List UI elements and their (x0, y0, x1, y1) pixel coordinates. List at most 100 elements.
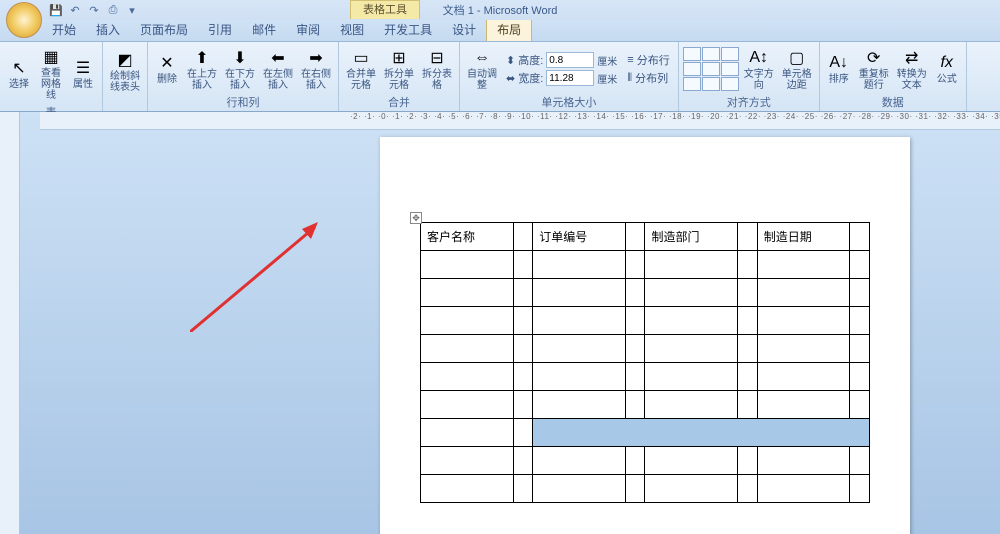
tab-view[interactable]: 视图 (330, 18, 374, 41)
repeat-header-button[interactable]: ⟳重复标题行 (856, 46, 892, 93)
ribbon-group-cellsize: ⇔自动调整 ⬍高度:厘米 ⬌宽度:厘米 ≡分布行 ⦀分布列 单元格大小 (460, 42, 679, 111)
align-ml[interactable] (683, 62, 701, 76)
table-row (421, 279, 870, 307)
table-cell[interactable]: 客户名称 (421, 223, 514, 251)
align-tc[interactable] (702, 47, 720, 61)
document-area[interactable]: ·2· ·1· ·0· ·1· ·2· ·3· ·4· ·5· ·6· ·7· … (20, 112, 1000, 534)
ribbon-group-draw: ◩绘制斜线表头 (103, 42, 148, 111)
alignment-grid (683, 47, 739, 91)
gridlines-button[interactable]: ▦查看网格线 (36, 45, 66, 103)
align-tl[interactable] (683, 47, 701, 61)
height-input[interactable] (546, 52, 594, 68)
tab-layout[interactable]: 布局 (486, 17, 532, 41)
distribute-cols-button[interactable]: ⦀分布列 (627, 70, 669, 86)
window-title: 文档 1 - Microsoft Word (443, 2, 558, 18)
table-cell[interactable] (625, 223, 645, 251)
align-bl[interactable] (683, 77, 701, 91)
ribbon-group-rowscols: ✕删除 ⬆在上方插入 ⬇在下方插入 ⬅在左侧插入 ➡在右侧插入 行和列 (148, 42, 339, 111)
ribbon-group-table: ↖选择 ▦查看网格线 ☰属性 表 (0, 42, 103, 111)
grid-icon: ▦ (41, 47, 61, 67)
tab-home[interactable]: 开始 (42, 18, 86, 41)
align-mr[interactable] (721, 62, 739, 76)
delete-icon: ✕ (157, 53, 177, 73)
text-dir-icon: A↕ (749, 48, 769, 68)
insert-above-button[interactable]: ⬆在上方插入 (184, 46, 220, 93)
sort-icon: A↓ (829, 53, 849, 73)
diagonal-header-button[interactable]: ◩绘制斜线表头 (107, 48, 143, 95)
table-row (421, 251, 870, 279)
insert-left-icon: ⬅ (268, 48, 288, 68)
formula-icon: fx (937, 53, 957, 73)
split-table-button[interactable]: ⊟拆分表格 (419, 46, 455, 93)
context-tab-tabletools: 表格工具 (350, 0, 420, 19)
autofit-icon: ⇔ (472, 48, 492, 68)
insert-left-button[interactable]: ⬅在左侧插入 (260, 46, 296, 93)
ribbon-group-data: A↓排序 ⟳重复标题行 ⇄转换为文本 fx公式 数据 (820, 42, 967, 111)
quick-access-toolbar: 💾 ↶ ↷ ⎙ ▾ (48, 2, 140, 18)
save-icon[interactable]: 💾 (48, 2, 64, 18)
table-row (421, 475, 870, 503)
merge-cells-button[interactable]: ▭合并单元格 (343, 46, 379, 93)
table-row (421, 307, 870, 335)
tab-review[interactable]: 审阅 (286, 18, 330, 41)
insert-above-icon: ⬆ (192, 48, 212, 68)
insert-right-icon: ➡ (306, 48, 326, 68)
distribute-rows-button[interactable]: ≡分布行 (627, 52, 669, 68)
diagonal-icon: ◩ (115, 50, 135, 70)
table-cell[interactable]: 订单编号 (533, 223, 626, 251)
sort-button[interactable]: A↓排序 (824, 51, 854, 87)
document-table[interactable]: 客户名称 订单编号 制造部门 制造日期 (420, 222, 870, 503)
page[interactable]: ✥ 客户名称 订单编号 制造部门 制造日期 (380, 137, 910, 534)
dist-col-icon: ⦀ (627, 72, 632, 85)
tab-pagelayout[interactable]: 页面布局 (130, 18, 198, 41)
preview-icon[interactable]: ▾ (124, 2, 140, 18)
align-mc[interactable] (702, 62, 720, 76)
undo-icon[interactable]: ↶ (67, 2, 83, 18)
tab-insert[interactable]: 插入 (86, 18, 130, 41)
work-area: ·2· ·1· ·0· ·1· ·2· ·3· ·4· ·5· ·6· ·7· … (0, 112, 1000, 534)
split-table-icon: ⊟ (427, 48, 447, 68)
vertical-ruler[interactable] (0, 112, 20, 534)
split-icon: ⊞ (389, 48, 409, 68)
convert-icon: ⇄ (902, 48, 922, 68)
ribbon-group-merge: ▭合并单元格 ⊞拆分单元格 ⊟拆分表格 合并 (339, 42, 460, 111)
properties-button[interactable]: ☰属性 (68, 56, 98, 92)
table-row (421, 447, 870, 475)
ribbon: ↖选择 ▦查看网格线 ☰属性 表 ◩绘制斜线表头 ✕删除 ⬆在上方插入 ⬇在下方… (0, 42, 1000, 112)
tab-mailings[interactable]: 邮件 (242, 18, 286, 41)
formula-button[interactable]: fx公式 (932, 51, 962, 87)
table-row: 客户名称 订单编号 制造部门 制造日期 (421, 223, 870, 251)
table-move-handle[interactable]: ✥ (410, 212, 422, 224)
autofit-button[interactable]: ⇔自动调整 (464, 46, 500, 93)
delete-button[interactable]: ✕删除 (152, 51, 182, 87)
horizontal-ruler[interactable]: ·2· ·1· ·0· ·1· ·2· ·3· ·4· ·5· ·6· ·7· … (40, 112, 1000, 130)
repeat-icon: ⟳ (864, 48, 884, 68)
align-tr[interactable] (721, 47, 739, 61)
table-cell[interactable] (513, 223, 533, 251)
width-icon: ⬌ (506, 72, 515, 85)
margins-icon: ▢ (787, 48, 807, 68)
office-button[interactable] (6, 2, 42, 38)
cell-margins-button[interactable]: ▢单元格边距 (779, 46, 815, 93)
insert-below-button[interactable]: ⬇在下方插入 (222, 46, 258, 93)
width-input[interactable] (546, 70, 594, 86)
redo-icon[interactable]: ↷ (86, 2, 102, 18)
table-cell-selected[interactable] (533, 419, 870, 447)
tab-references[interactable]: 引用 (198, 18, 242, 41)
align-br[interactable] (721, 77, 739, 91)
tab-devtools[interactable]: 开发工具 (374, 18, 442, 41)
dist-row-icon: ≡ (627, 54, 633, 66)
tab-design[interactable]: 设计 (442, 18, 486, 41)
convert-text-button[interactable]: ⇄转换为文本 (894, 46, 930, 93)
select-button[interactable]: ↖选择 (4, 56, 34, 92)
print-icon[interactable]: ⎙ (105, 2, 121, 18)
text-direction-button[interactable]: A↕文字方向 (741, 46, 777, 93)
insert-right-button[interactable]: ➡在右侧插入 (298, 46, 334, 93)
split-cells-button[interactable]: ⊞拆分单元格 (381, 46, 417, 93)
table-cell[interactable] (738, 223, 758, 251)
table-cell[interactable]: 制造部门 (645, 223, 738, 251)
merge-icon: ▭ (351, 48, 371, 68)
table-cell[interactable]: 制造日期 (757, 223, 850, 251)
table-cell[interactable] (850, 223, 870, 251)
align-bc[interactable] (702, 77, 720, 91)
